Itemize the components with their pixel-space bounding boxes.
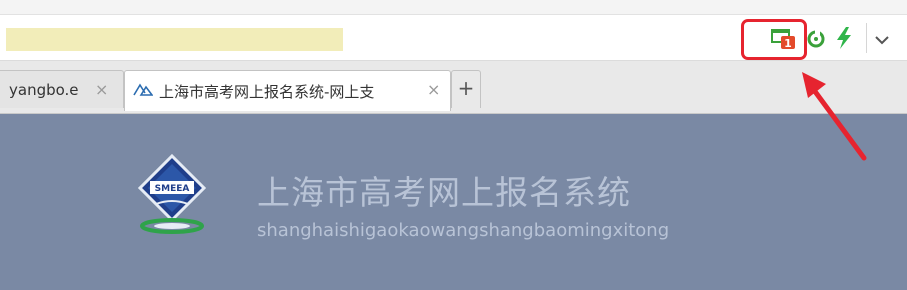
refresh-plugin-icon[interactable] bbox=[806, 29, 826, 53]
tab-close-icon[interactable]: × bbox=[427, 80, 440, 99]
tab-bar: yangbo.e × 上海市高考网上报名系统-网上支 × + bbox=[0, 61, 907, 114]
lightning-icon[interactable] bbox=[836, 27, 852, 53]
site-subtitle: shanghaishigaokaowangshangbaomingxitong bbox=[257, 220, 670, 241]
tab-gaokao[interactable]: 上海市高考网上报名系统-网上支 × bbox=[124, 70, 451, 111]
tab-close-icon[interactable]: × bbox=[95, 80, 108, 99]
url-highlight[interactable] bbox=[6, 28, 343, 51]
smeea-logo: SMEEA bbox=[136, 153, 208, 240]
annotation-arrow-icon bbox=[796, 68, 871, 167]
chevron-down-icon[interactable] bbox=[874, 31, 890, 50]
new-tab-button[interactable]: + bbox=[451, 70, 481, 108]
tab-yangbo[interactable]: yangbo.e × bbox=[0, 70, 124, 108]
tab-label: 上海市高考网上报名系统-网上支 bbox=[159, 83, 375, 101]
tab-label: yangbo.e bbox=[9, 81, 79, 99]
site-favicon-icon bbox=[133, 82, 154, 102]
toolbar-divider bbox=[866, 23, 867, 53]
annotation-highlight-box bbox=[741, 19, 807, 60]
logo-text: SMEEA bbox=[155, 184, 190, 194]
site-title: 上海市高考网上报名系统 bbox=[257, 173, 631, 212]
window-top-strip bbox=[0, 0, 907, 14]
page-header-banner: SMEEA 上海市高考网上报名系统 shanghaishigaokaowangs… bbox=[0, 114, 907, 290]
address-bar[interactable]: 1 bbox=[0, 14, 907, 61]
